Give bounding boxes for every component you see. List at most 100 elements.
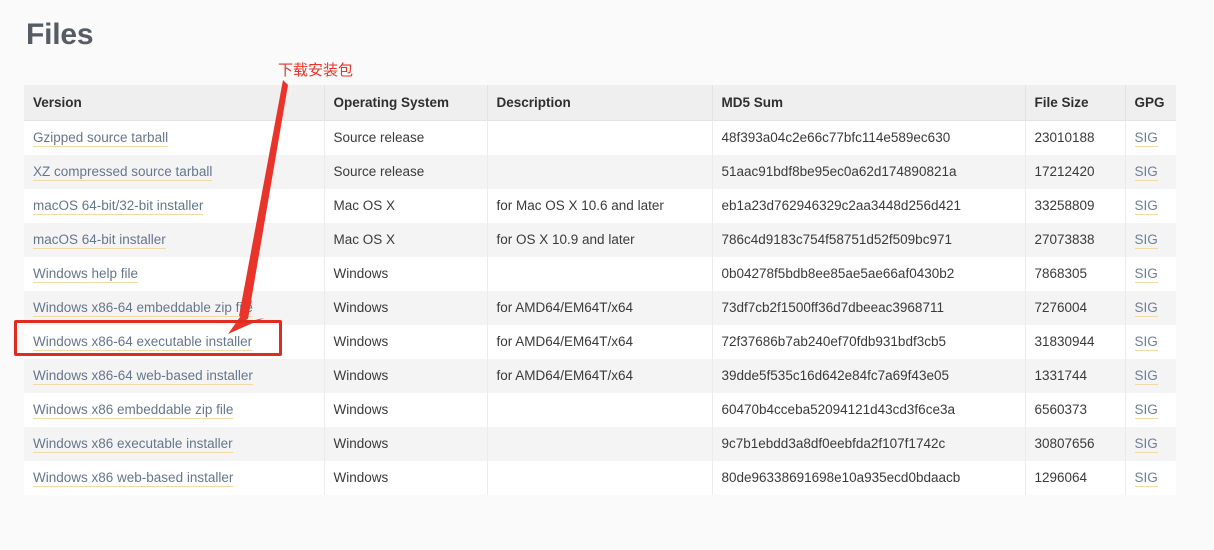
- cell-gpg: SIG: [1125, 155, 1176, 189]
- cell-description: [487, 392, 713, 427]
- gpg-signature-link[interactable]: SIG: [1134, 470, 1158, 487]
- cell-md5-sum: 72f37686b7ab240ef70fdb931bdf3cb5: [712, 324, 1026, 359]
- table-header-row: Version Operating System Description MD5…: [24, 85, 1176, 121]
- version-download-link[interactable]: Windows x86 web-based installer: [33, 470, 234, 487]
- cell-md5-sum: 73df7cb2f1500ff36d7dbeeac3968711: [712, 290, 1026, 325]
- cell-md5-sum: 786c4d9183c754f58751d52f509bc971: [712, 222, 1026, 257]
- table-row: Windows x86 embeddable zip file Windows 60…: [24, 392, 1176, 427]
- cell-file-size: 27073838: [1025, 222, 1126, 257]
- version-download-link[interactable]: Windows help file: [33, 266, 139, 283]
- cell-file-size: 23010188: [1025, 120, 1126, 155]
- cell-version: Windows x86-64 embeddable zip file: [24, 290, 325, 325]
- cell-operating-system: Windows: [324, 426, 488, 461]
- cell-description: for Mac OS X 10.6 and later: [487, 188, 713, 223]
- gpg-signature-link[interactable]: SIG: [1134, 436, 1158, 453]
- page-root: Files Version Operating System Descripti…: [0, 0, 1214, 550]
- version-download-link[interactable]: Gzipped source tarball: [33, 130, 169, 148]
- version-download-link[interactable]: macOS 64-bit/32-bit installer: [33, 198, 204, 215]
- cell-md5-sum: 0b04278f5bdb8ee85ae5ae66af0430b2: [712, 256, 1026, 291]
- cell-gpg: SIG: [1125, 393, 1176, 427]
- version-download-link[interactable]: Windows x86-64 web-based installer: [33, 368, 253, 385]
- gpg-signature-link[interactable]: SIG: [1134, 334, 1158, 351]
- cell-gpg: SIG: [1125, 325, 1176, 359]
- cell-version: Windows x86-64 executable installer: [24, 324, 325, 359]
- cell-description: [487, 460, 713, 495]
- gpg-signature-link[interactable]: SIG: [1134, 300, 1158, 317]
- column-header-version: Version: [24, 85, 325, 121]
- cell-md5-sum: 9c7b1ebdd3a8df0eebfda2f107f1742c: [712, 426, 1026, 461]
- table-row: Windows x86 executable installer Windows 9…: [24, 426, 1176, 461]
- table-row: XZ compressed source tarball Source relea…: [24, 154, 1176, 189]
- cell-file-size: 33258809: [1025, 188, 1126, 223]
- gpg-signature-link[interactable]: SIG: [1134, 266, 1158, 283]
- cell-description: [487, 120, 713, 155]
- gpg-signature-link[interactable]: SIG: [1134, 232, 1158, 249]
- table-body: Gzipped source tarball Source release 48f3…: [24, 120, 1176, 495]
- cell-gpg: SIG: [1125, 121, 1176, 155]
- column-header-file-size: File Size: [1025, 85, 1126, 121]
- cell-file-size: 7868305: [1025, 256, 1126, 291]
- cell-operating-system: Windows: [324, 324, 488, 359]
- cell-md5-sum: eb1a23d762946329c2aa3448d256d421: [712, 188, 1026, 223]
- cell-description: for AMD64/EM64T/x64: [487, 290, 713, 325]
- cell-version: Windows x86 executable installer: [24, 426, 325, 461]
- cell-version: XZ compressed source tarball: [24, 154, 325, 189]
- cell-version: macOS 64-bit/32-bit installer: [24, 188, 325, 223]
- cell-description: for AMD64/EM64T/x64: [487, 358, 713, 393]
- files-table-container: Version Operating System Description MD5…: [24, 85, 1176, 495]
- cell-description: [487, 154, 713, 189]
- version-download-link[interactable]: Windows x86-64 executable installer: [33, 334, 253, 351]
- annotation-caption: 下载安装包: [278, 61, 354, 79]
- files-table: Version Operating System Description MD5…: [24, 85, 1176, 495]
- cell-version: Gzipped source tarball: [24, 120, 325, 155]
- gpg-signature-link[interactable]: SIG: [1134, 402, 1158, 419]
- table-row: macOS 64-bit/32-bit installer Mac OS Xfor…: [24, 188, 1176, 223]
- cell-operating-system: Source release: [324, 120, 488, 155]
- version-download-link[interactable]: Windows x86 executable installer: [33, 436, 233, 453]
- gpg-signature-link[interactable]: SIG: [1134, 164, 1158, 181]
- gpg-signature-link[interactable]: SIG: [1134, 130, 1158, 148]
- cell-md5-sum: 80de96338691698e10a935ecd0bdaacb: [712, 460, 1026, 495]
- cell-gpg: SIG: [1125, 427, 1176, 461]
- cell-md5-sum: 51aac91bdf8be95ec0a62d174890821a: [712, 154, 1026, 189]
- table-row: Windows x86-64 executable installer Windo…: [24, 324, 1176, 359]
- version-download-link[interactable]: XZ compressed source tarball: [33, 164, 213, 181]
- cell-md5-sum: 48f393a04c2e66c77bfc114e589ec630: [712, 120, 1026, 155]
- cell-version: Windows x86-64 web-based installer: [24, 358, 325, 393]
- cell-file-size: 1296064: [1025, 460, 1126, 495]
- column-header-md5-sum: MD5 Sum: [712, 85, 1026, 121]
- cell-operating-system: Source release: [324, 154, 488, 189]
- cell-md5-sum: 39dde5f535c16d642e84fc7a69f43e05: [712, 358, 1026, 393]
- cell-operating-system: Windows: [324, 256, 488, 291]
- cell-operating-system: Windows: [324, 358, 488, 393]
- column-header-operating-system: Operating System: [324, 85, 488, 121]
- table-row: Gzipped source tarball Source release 48f3…: [24, 120, 1176, 155]
- table-row: macOS 64-bit installer Mac OS Xfor OS X 1…: [24, 222, 1176, 257]
- table-header: Version Operating System Description MD5…: [24, 85, 1176, 121]
- cell-gpg: SIG: [1125, 461, 1176, 495]
- cell-operating-system: Windows: [324, 392, 488, 427]
- column-header-gpg: GPG: [1125, 85, 1176, 121]
- version-download-link[interactable]: macOS 64-bit installer: [33, 232, 166, 249]
- cell-version: Windows help file: [24, 256, 325, 291]
- cell-operating-system: Mac OS X: [324, 222, 488, 257]
- gpg-signature-link[interactable]: SIG: [1134, 198, 1158, 215]
- column-header-description: Description: [487, 85, 713, 121]
- cell-gpg: SIG: [1125, 359, 1176, 393]
- cell-gpg: SIG: [1125, 223, 1176, 257]
- gpg-signature-link[interactable]: SIG: [1134, 368, 1158, 385]
- cell-file-size: 7276004: [1025, 290, 1126, 325]
- table-row: Windows x86 web-based installer Windows 80…: [24, 460, 1176, 495]
- cell-file-size: 6560373: [1025, 392, 1126, 427]
- table-row: Windows x86-64 web-based installer Window…: [24, 358, 1176, 393]
- cell-operating-system: Mac OS X: [324, 188, 488, 223]
- version-download-link[interactable]: Windows x86-64 embeddable zip file: [33, 300, 253, 317]
- cell-gpg: SIG: [1125, 189, 1176, 223]
- cell-gpg: SIG: [1125, 291, 1176, 325]
- cell-md5-sum: 60470b4cceba52094121d43cd3f6ce3a: [712, 392, 1026, 427]
- cell-operating-system: Windows: [324, 460, 488, 495]
- version-download-link[interactable]: Windows x86 embeddable zip file: [33, 402, 234, 419]
- cell-description: for AMD64/EM64T/x64: [487, 324, 713, 359]
- cell-file-size: 17212420: [1025, 154, 1126, 189]
- cell-file-size: 31830944: [1025, 324, 1126, 359]
